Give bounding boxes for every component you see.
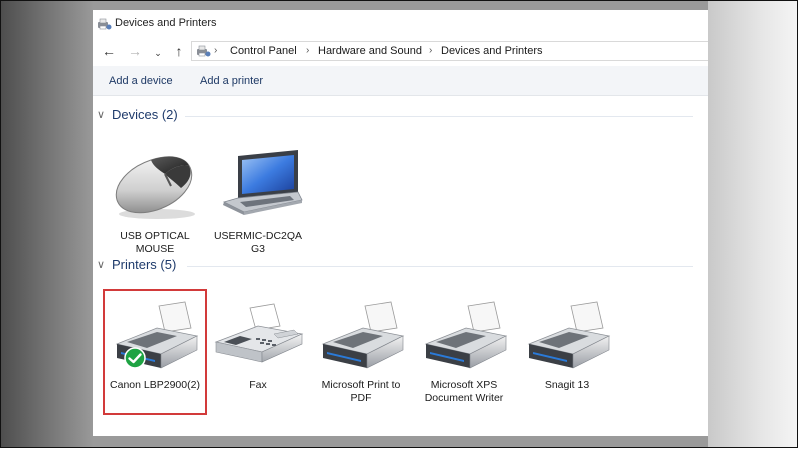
- breadcrumb-control-panel[interactable]: Control Panel: [230, 45, 297, 57]
- breadcrumb-devices-printers[interactable]: Devices and Printers: [441, 45, 543, 57]
- devices-group-header[interactable]: ∨ Devices (2): [93, 107, 693, 125]
- device-laptop[interactable]: USERMIC-DC2QA G3: [210, 150, 306, 255]
- laptop-icon: [222, 150, 303, 215]
- fax-icon: [214, 303, 304, 363]
- add-printer-button[interactable]: Add a printer: [200, 75, 263, 87]
- devices-printers-icon: [197, 45, 211, 57]
- printer-icon: [321, 301, 405, 369]
- title-bar: Devices and Printers: [93, 10, 708, 38]
- mouse-icon: [115, 156, 195, 219]
- arrow-left-icon[interactable]: ←: [101, 43, 117, 59]
- device-label: Microsoft XPS Document Writer: [424, 379, 504, 404]
- background-panel: [708, 1, 797, 447]
- device-label: Microsoft Print to PDF: [321, 379, 401, 404]
- group-divider: [185, 116, 693, 117]
- devices-printers-window: Devices and Printers ← → ⌄ ↑ › Control P…: [93, 10, 708, 436]
- device-label: Snagit 13: [544, 379, 590, 391]
- add-device-button[interactable]: Add a device: [109, 75, 173, 87]
- printer-fax[interactable]: Fax: [210, 300, 306, 410]
- printers-group-title: Printers (5): [112, 257, 177, 272]
- device-label: Fax: [249, 379, 267, 391]
- chevron-down-icon[interactable]: ∨: [97, 258, 105, 271]
- arrow-up-icon[interactable]: ↑: [171, 43, 187, 59]
- device-usb-mouse[interactable]: USB OPTICAL MOUSE: [107, 150, 203, 255]
- printer-icon: [527, 301, 611, 369]
- devices-printers-icon: [98, 18, 112, 30]
- chevron-down-icon[interactable]: ⌄: [152, 45, 164, 61]
- selection-highlight: [103, 289, 207, 415]
- window-title: Devices and Printers: [115, 17, 217, 29]
- command-bar: Add a device Add a printer: [93, 66, 708, 96]
- address-bar: ← → ⌄ ↑ › Control Panel › Hardware and S…: [93, 40, 708, 64]
- breadcrumb-separator: ›: [306, 45, 310, 56]
- printer-snagit[interactable]: Snagit 13: [519, 300, 615, 410]
- breadcrumb-hardware-sound[interactable]: Hardware and Sound: [318, 45, 422, 57]
- printers-group-header[interactable]: ∨ Printers (5): [93, 257, 693, 275]
- device-label: USB OPTICAL MOUSE: [120, 230, 190, 255]
- breadcrumb-separator: ›: [214, 45, 218, 56]
- printer-microsoft-pdf[interactable]: Microsoft Print to PDF: [313, 300, 409, 410]
- device-label: USERMIC-DC2QA G3: [213, 230, 303, 255]
- devices-group-title: Devices (2): [112, 107, 178, 122]
- group-divider: [187, 266, 693, 267]
- printer-microsoft-xps[interactable]: Microsoft XPS Document Writer: [416, 300, 512, 410]
- chevron-down-icon[interactable]: ∨: [97, 108, 105, 121]
- printer-icon: [424, 301, 508, 369]
- arrow-right-icon[interactable]: →: [127, 43, 143, 59]
- address-field[interactable]: › Control Panel › Hardware and Sound › D…: [191, 41, 708, 61]
- breadcrumb-separator: ›: [429, 45, 433, 56]
